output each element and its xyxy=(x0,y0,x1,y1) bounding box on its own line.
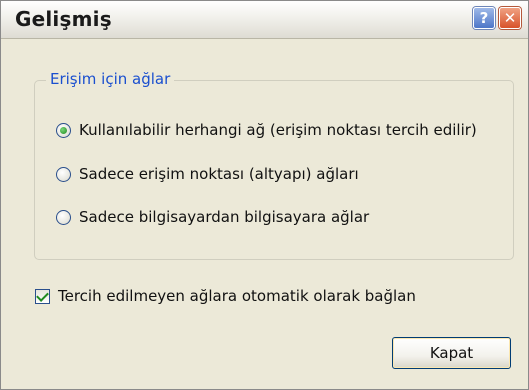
radio-button[interactable] xyxy=(56,122,71,138)
auto-connect-checkbox[interactable] xyxy=(35,288,50,304)
radio-label: Kullanılabilir herhangi ağ (erişim nokta… xyxy=(79,121,477,139)
auto-connect-option[interactable]: Tercih edilmeyen ağlara otomatik olarak … xyxy=(35,285,416,307)
advanced-dialog: Gelişmiş ? ✕ Erişim için ağlar Kullanıla… xyxy=(0,0,529,390)
dialog-title: Gelişmiş xyxy=(15,7,112,31)
radio-button[interactable] xyxy=(56,209,71,225)
radio-label: Sadece erişim noktası (altyapı) ağları xyxy=(79,165,359,183)
radio-option-access-point-only[interactable]: Sadece erişim noktası (altyapı) ağları xyxy=(56,163,359,185)
radio-button[interactable] xyxy=(56,166,71,182)
groupbox-legend: Erişim için ağlar xyxy=(46,70,175,88)
title-bar[interactable]: Gelişmiş ? ✕ xyxy=(1,1,528,39)
close-icon: ✕ xyxy=(503,9,517,27)
close-button[interactable]: Kapat xyxy=(392,337,511,369)
auto-connect-label: Tercih edilmeyen ağlara otomatik olarak … xyxy=(58,287,416,305)
radio-option-any-network[interactable]: Kullanılabilir herhangi ağ (erişim nokta… xyxy=(56,119,477,141)
radio-label: Sadece bilgisayardan bilgisayara ağlar xyxy=(79,208,370,226)
radio-option-computer-to-computer[interactable]: Sadece bilgisayardan bilgisayara ağlar xyxy=(56,206,369,228)
help-button[interactable]: ? xyxy=(473,7,495,29)
help-icon: ? xyxy=(479,9,489,27)
close-window-button[interactable]: ✕ xyxy=(499,7,521,29)
